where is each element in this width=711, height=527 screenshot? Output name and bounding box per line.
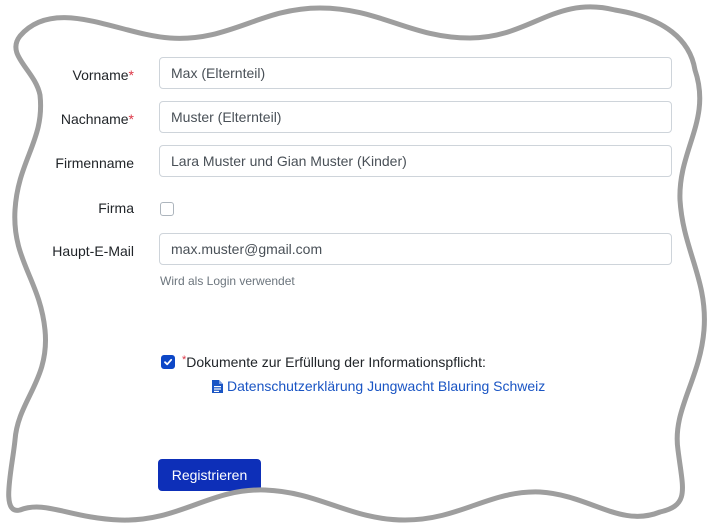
privacy-policy-link-text: Datenschutzerklärung Jungwacht Blauring …: [227, 378, 546, 394]
vorname-label: Vorname*: [73, 67, 135, 83]
nachname-label: Nachname*: [61, 111, 134, 127]
email-input[interactable]: max.muster@gmail.com: [159, 233, 672, 265]
firma-checkbox[interactable]: [160, 202, 174, 216]
register-button[interactable]: Registrieren: [158, 459, 261, 491]
firmenname-label: Firmenname: [55, 155, 134, 171]
firma-label: Firma: [98, 200, 134, 216]
nachname-label-text: Nachname: [60, 111, 129, 127]
vorname-label-text: Vorname: [72, 67, 129, 83]
required-asterisk: *: [128, 67, 134, 83]
check-icon: [164, 358, 173, 366]
privacy-policy-link[interactable]: Datenschutzerklärung Jungwacht Blauring …: [212, 378, 545, 396]
email-label: Haupt-E-Mail: [52, 243, 134, 259]
firmenname-input[interactable]: Lara Muster und Gian Muster (Kinder): [159, 145, 672, 177]
required-asterisk: *: [128, 111, 134, 127]
email-help-text: Wird als Login verwendet: [160, 274, 295, 288]
documents-checkbox[interactable]: [161, 355, 175, 369]
documents-label-text: Dokumente zur Erfüllung der Informations…: [186, 354, 486, 370]
nachname-input[interactable]: Muster (Elternteil): [159, 101, 672, 133]
vorname-input[interactable]: Max (Elternteil): [159, 57, 672, 89]
documents-label: *Dokumente zur Erfüllung der Information…: [182, 354, 486, 370]
file-icon: [212, 380, 223, 396]
